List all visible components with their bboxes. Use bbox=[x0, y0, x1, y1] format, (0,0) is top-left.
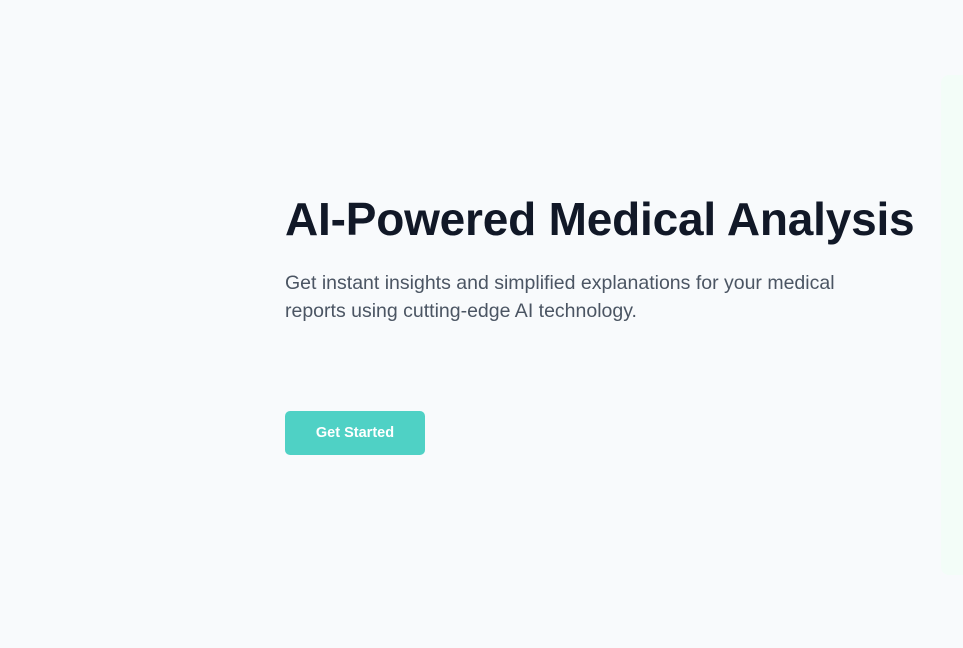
hero-subtitle: Get instant insights and simplified expl… bbox=[285, 272, 835, 322]
hero-content: AI-Powered Medical Analysis Get instant … bbox=[285, 193, 925, 455]
get-started-button[interactable]: Get Started bbox=[285, 411, 425, 455]
side-panel bbox=[941, 75, 963, 575]
hero-title: AI-Powered Medical Analysis bbox=[285, 193, 915, 245]
